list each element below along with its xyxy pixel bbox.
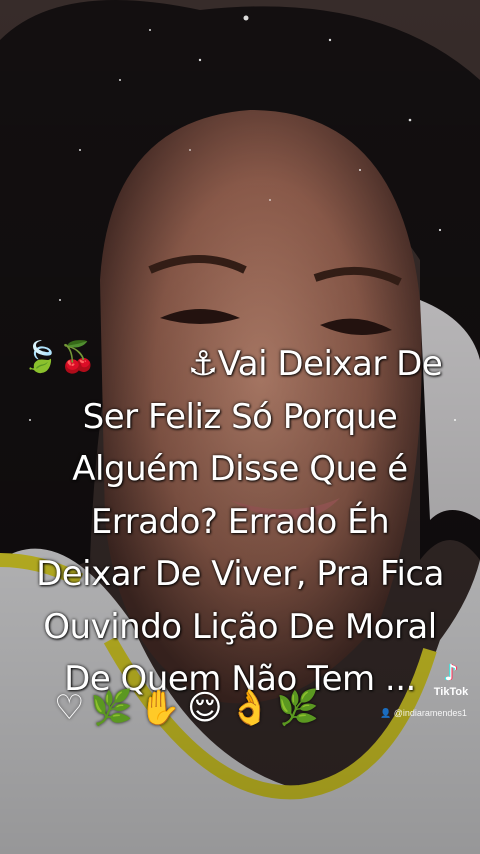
caption-line: Deixar De Viver, Pra Fica (36, 554, 444, 594)
trailing-emoji: ♡🌿✋😌👌🌿 (54, 688, 326, 728)
caption-line: Alguém Disse Que é (72, 449, 408, 489)
caption-line: ⚓Vai Deixar De (187, 344, 443, 384)
user-icon: 👤 (380, 708, 392, 718)
creator-handle: 👤 @indiaramendes1 (380, 708, 467, 719)
caption-line: Ser Feliz Só Porque (82, 396, 398, 437)
caption-line: Ouvindo Lição De Moral (43, 606, 437, 647)
tiktok-brand: TikTok (433, 686, 469, 698)
tiktok-watermark: ♪ TikTok (426, 661, 476, 699)
tiktok-note-icon: ♪ (443, 661, 459, 686)
video-frame: 🍃🍒 ⚓Vai Deixar De Ser Feliz Só Porque Al… (0, 0, 480, 854)
creator-handle-text: @indiaramendes1 (393, 708, 467, 718)
caption-line: Errado? Errado Éh (90, 501, 390, 542)
caption-text: ⚓Vai Deixar De Ser Feliz Só Porque Algué… (8, 338, 472, 706)
